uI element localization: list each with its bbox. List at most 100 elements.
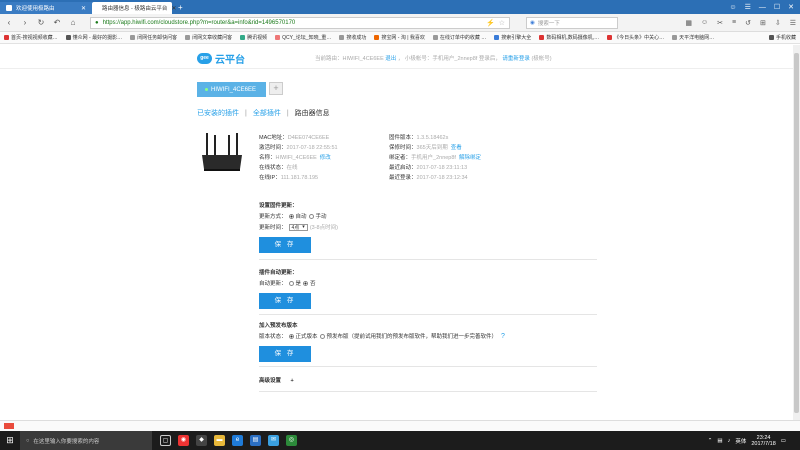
bookmark-item[interactable]: 天平洋电脑网… xyxy=(672,34,714,41)
info-action-link[interactable]: 修改 xyxy=(320,154,331,164)
task-view-icon[interactable]: ▢ xyxy=(160,435,171,446)
language-indicator[interactable]: 英体 xyxy=(735,437,746,445)
bookmark-item[interactable]: 闭网文章收藏问客 xyxy=(185,34,232,41)
browser-360-icon[interactable]: ◎ xyxy=(286,435,297,446)
bookmark-item[interactable]: QCY_论坛_知晓_重… xyxy=(275,34,331,41)
forward-icon[interactable]: › xyxy=(20,18,30,27)
info-value: 1.3.5.18462s xyxy=(416,135,449,141)
browser-tab-router-info[interactable]: 路由器信息 - 极路由云平台 ✕ xyxy=(92,2,176,14)
browser-tab-welcome[interactable]: 欢迎使用极路由 ✕ xyxy=(0,2,92,14)
refresh-icon[interactable]: ↻ xyxy=(36,18,46,27)
radio-manual[interactable] xyxy=(308,213,314,219)
extension-icon[interactable]: ⊞ xyxy=(760,19,766,27)
maximize-icon[interactable]: ☐ xyxy=(774,3,780,11)
bookmark-icon xyxy=(607,35,613,40)
undo-icon[interactable]: ↶ xyxy=(52,18,62,27)
advanced-settings-row[interactable]: 高级设置 + xyxy=(259,376,597,384)
radio-no[interactable] xyxy=(303,280,309,286)
edge-icon[interactable]: e xyxy=(232,435,243,446)
volume-icon[interactable]: ♪ xyxy=(728,438,731,444)
bookmark-item[interactable]: 首页-搜视视频收藏… xyxy=(4,34,58,41)
bookmark-item[interactable]: 搜宝网 - 淘 | 我喜欢 xyxy=(374,34,425,41)
radio-formal[interactable] xyxy=(288,333,294,339)
game-icon[interactable]: ◆ xyxy=(196,435,207,446)
weibo-icon[interactable]: ◉ xyxy=(178,435,189,446)
bookmark-item[interactable]: 腾讯视频 xyxy=(240,34,267,41)
bookmark-icon xyxy=(240,35,246,40)
site-logo[interactable]: gee 云平台 xyxy=(197,51,245,66)
search-input[interactable]: ◉ 搜索一下 xyxy=(526,16,618,29)
windows-start-icon[interactable]: ⊞ xyxy=(0,431,20,450)
update-time-row: 更新时间： 4点 ▾ (3-8点时间) xyxy=(259,223,597,231)
app-icon[interactable]: ✉ xyxy=(268,435,279,446)
network-icon[interactable]: ▤ xyxy=(717,438,722,444)
home-icon[interactable]: ⌂ xyxy=(68,18,78,27)
bookmark-item[interactable]: 在线订单中的收藏 … xyxy=(432,34,486,41)
taskbar-search-input[interactable]: ○ 在这里输入你要搜索的内容 xyxy=(20,431,152,450)
logout-link[interactable]: 退出 xyxy=(385,56,396,62)
save-plugin-button[interactable]: 保 存 xyxy=(259,293,311,309)
menu-icon[interactable]: ☰ xyxy=(790,19,796,27)
store-icon[interactable]: ▤ xyxy=(250,435,261,446)
skin-icon[interactable]: ☺ xyxy=(729,4,736,11)
cut-icon[interactable]: ✂ xyxy=(717,19,723,27)
update-time-select[interactable]: 4点 ▾ xyxy=(288,223,308,231)
bookmark-item[interactable]: 《今日头条》中关心… xyxy=(607,34,664,41)
add-device-button[interactable]: + xyxy=(269,82,283,95)
close-window-icon[interactable]: ✕ xyxy=(788,3,794,11)
bookmark-item[interactable]: 手机收藏 xyxy=(768,34,796,41)
radio-yes[interactable] xyxy=(288,280,294,286)
save-preview-button[interactable]: 保 存 xyxy=(259,346,311,362)
update-time-value: 4点 xyxy=(291,224,300,231)
download-icon[interactable]: ⇩ xyxy=(775,19,781,27)
bookmark-item[interactable]: 闭网任务邮快问客 xyxy=(130,34,177,41)
folder-icon[interactable]: ▬ xyxy=(214,435,225,446)
tab-favicon-icon xyxy=(6,5,12,11)
more-icon[interactable]: ≡ xyxy=(732,19,736,27)
undo-close-icon[interactable]: ↺ xyxy=(745,19,751,27)
minimize-icon[interactable]: — xyxy=(759,4,766,11)
new-tab-button[interactable]: + xyxy=(172,2,189,14)
tab-close-icon[interactable]: ✕ xyxy=(81,5,86,12)
preview-heading: 加入预发布版本 xyxy=(259,323,298,329)
bookmark-item[interactable]: 懂众网 - 最好的摄影… xyxy=(65,34,122,41)
notifications-icon[interactable]: ▭ xyxy=(781,438,786,444)
device-tab[interactable]: HIWIFI_4CE6EE xyxy=(197,82,266,97)
info-value: D4EE074CE6EE xyxy=(287,135,330,141)
info-key: 在线状态： xyxy=(259,164,287,171)
info-action-link[interactable]: 查看 xyxy=(451,144,462,154)
divider xyxy=(259,366,597,367)
url-text: https://app.hiwifi.com/cloudstore.php?m=… xyxy=(102,19,296,26)
tab-router-info[interactable]: 路由器信息 xyxy=(295,108,330,118)
bookmark-star-icon[interactable]: ☆ xyxy=(499,19,505,27)
url-bar[interactable]: ● https://app.hiwifi.com/cloudstore.php?… xyxy=(90,16,510,29)
radio-auto[interactable] xyxy=(288,213,294,219)
current-router-label: 当前路由：HIWIFI_4CE6EE xyxy=(315,56,384,62)
plugin-update-section: 插件自动更新： 自动更新： 是 否 保 存 xyxy=(259,268,597,309)
expand-icon[interactable]: + xyxy=(291,378,294,384)
info-action-link[interactable]: 解除绑定 xyxy=(459,154,481,164)
smile-icon[interactable]: ☺ xyxy=(701,19,708,27)
help-icon[interactable]: ? xyxy=(501,333,505,340)
tab-installed-plugins[interactable]: 已安装的插件 xyxy=(197,108,239,118)
bookmark-item[interactable]: 数码相机,数码摄像机,… xyxy=(539,34,599,41)
radio-preview[interactable] xyxy=(319,333,325,339)
lightning-icon[interactable]: ⚡ xyxy=(486,19,495,27)
bookmark-icon xyxy=(494,35,500,40)
apps-icon[interactable]: ▦ xyxy=(685,19,692,27)
save-firmware-button[interactable]: 保 存 xyxy=(259,237,311,253)
relogin-link[interactable]: 请重新登录 xyxy=(502,56,530,62)
back-icon[interactable]: ‹ xyxy=(4,18,14,27)
update-mode-row: 更新方式： 自动 手动 xyxy=(259,212,597,220)
info-key: MAC地址： xyxy=(259,135,288,141)
tray-expand-icon[interactable]: ⌃ xyxy=(708,438,713,444)
info-value: 2017-07-18 23:12:34 xyxy=(416,174,468,181)
clock[interactable]: 23:24 2017/7/18 xyxy=(751,435,775,447)
vertical-scrollbar[interactable] xyxy=(793,45,800,420)
bookmark-item[interactable]: 搜收成功 xyxy=(339,34,366,41)
scrollbar-thumb[interactable] xyxy=(794,53,799,413)
tab-all-plugins[interactable]: 全部插件 xyxy=(253,108,281,118)
menu-icon[interactable]: ☰ xyxy=(745,3,751,11)
bookmark-item[interactable]: 搜索引擎大全 xyxy=(494,34,531,41)
tab-title: 欢迎使用极路由 xyxy=(16,6,55,12)
